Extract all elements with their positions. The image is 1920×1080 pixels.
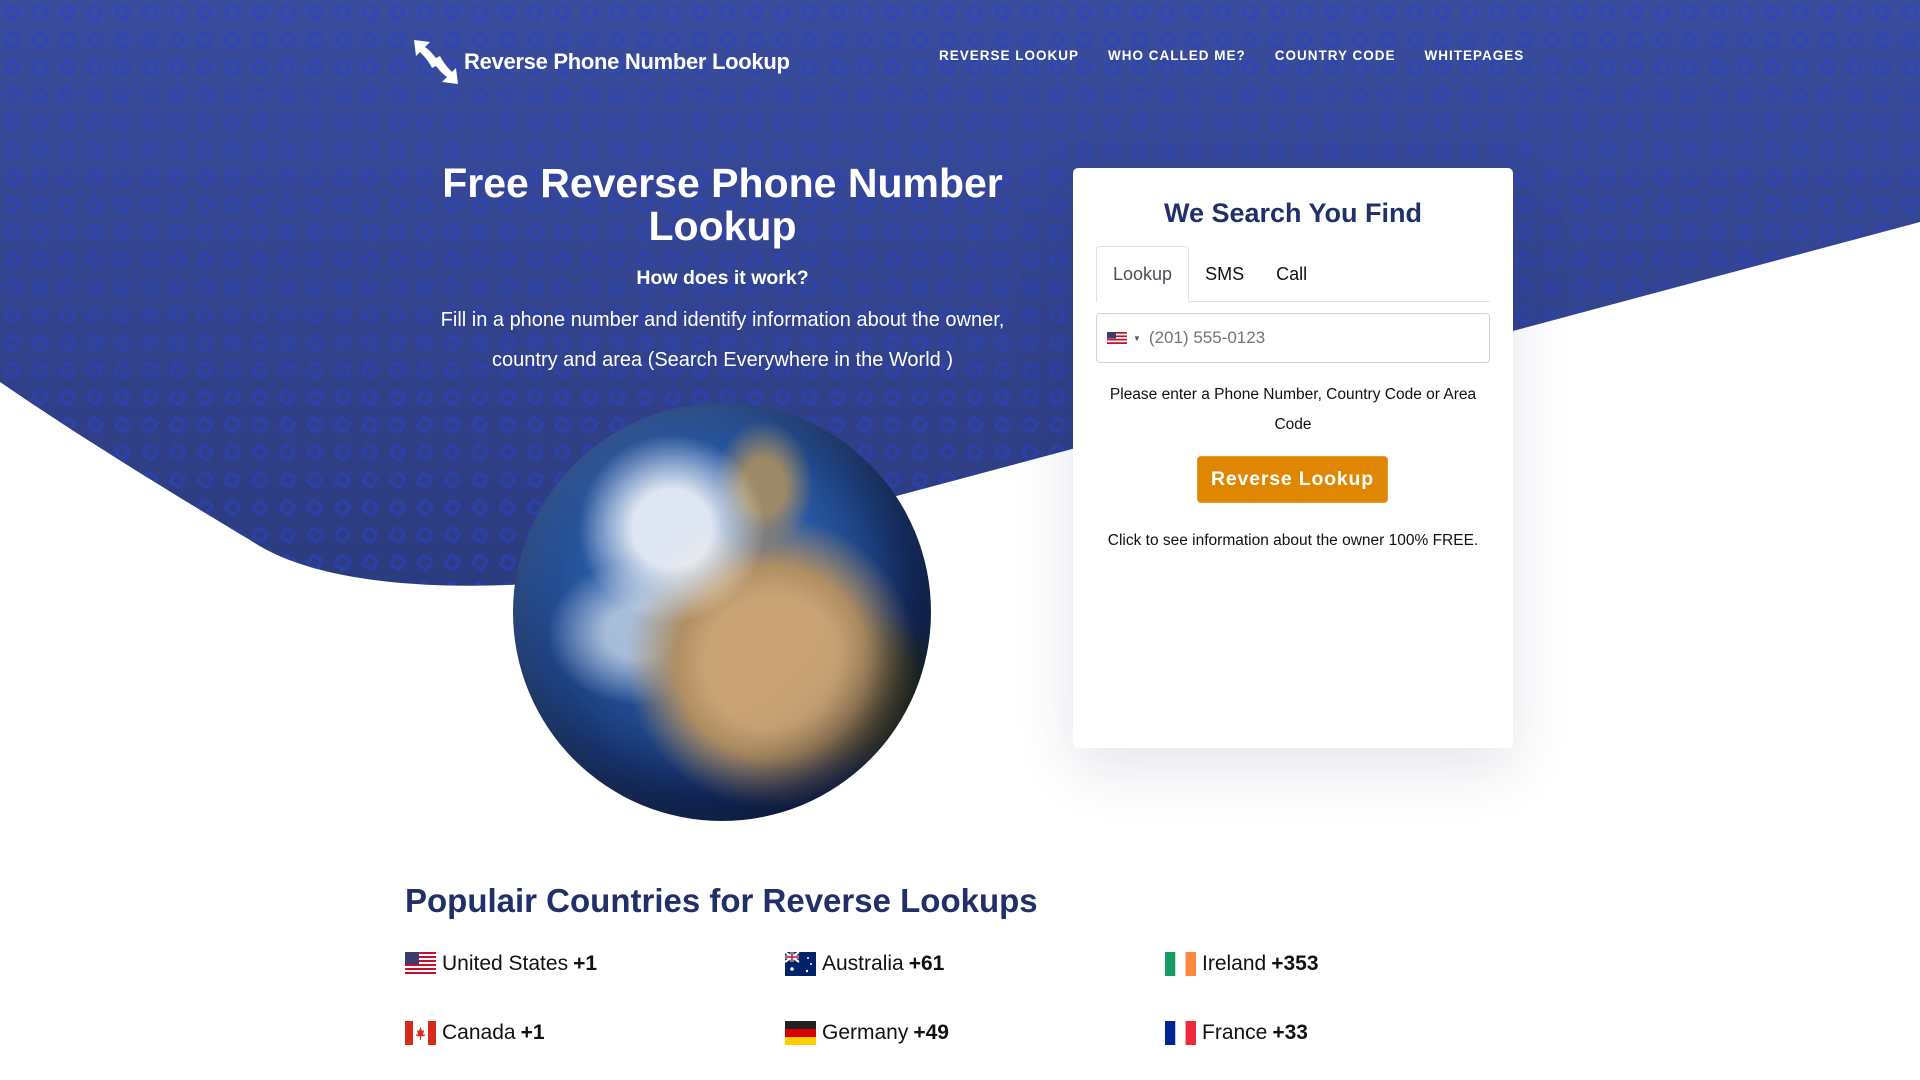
country-code: +1 <box>573 952 598 975</box>
country-link-canada[interactable]: Canada +1 <box>405 1021 545 1045</box>
country-link-germany[interactable]: Germany +49 <box>785 1021 949 1045</box>
hero-text: Free Reverse Phone Number Lookup How doe… <box>410 162 1035 380</box>
site-logo[interactable]: Reverse Phone Number Lookup <box>410 36 790 88</box>
nav-whitepages[interactable]: WHITEPAGES <box>1425 48 1525 63</box>
ca-flag-icon <box>405 1021 436 1045</box>
country-flag-dropdown[interactable]: ▼ <box>1107 332 1141 344</box>
country-code: +353 <box>1271 952 1319 975</box>
tab-lookup[interactable]: Lookup <box>1096 246 1190 302</box>
ie-flag-icon <box>1165 952 1196 976</box>
popular-countries-title: Populair Countries for Reverse Lookups <box>405 882 1038 919</box>
help-text: Please enter a Phone Number, Country Cod… <box>1109 386 1477 433</box>
phone-arrows-logo-icon <box>414 40 458 84</box>
hero-description: Fill in a phone number and identify info… <box>440 309 1005 371</box>
country-name: Canada <box>442 1021 516 1044</box>
fr-flag-icon <box>1165 1021 1196 1045</box>
country-link-ireland[interactable]: Ireland +353 <box>1165 952 1319 976</box>
free-info-text: Click to see information about the owner… <box>1107 532 1479 549</box>
tab-call[interactable]: Call <box>1260 246 1323 302</box>
hero-subtitle: How does it work? <box>636 267 809 289</box>
hero-title: Free Reverse Phone Number Lookup <box>442 160 1003 249</box>
earth-globe-image <box>513 403 931 821</box>
country-code: +33 <box>1272 1021 1308 1044</box>
tab-sms[interactable]: SMS <box>1189 246 1260 302</box>
phone-input-group: ▼ <box>1096 313 1490 363</box>
logo-text: Reverse Phone Number Lookup <box>464 49 790 74</box>
search-card: We Search You Find Lookup SMS Call ▼ Ple… <box>1073 168 1513 748</box>
nav-who-called-me[interactable]: WHO CALLED ME? <box>1108 48 1246 63</box>
country-code: +1 <box>520 1021 545 1044</box>
au-flag-icon <box>785 952 816 976</box>
country-name: Australia <box>822 952 904 975</box>
phone-number-input[interactable] <box>1148 328 1489 348</box>
country-name: United States <box>442 952 569 975</box>
nav-reverse-lookup[interactable]: REVERSE LOOKUP <box>939 48 1079 63</box>
country-link-australia[interactable]: Australia +61 <box>785 952 944 976</box>
us-flag-icon <box>405 952 436 976</box>
search-card-title: We Search You Find <box>1163 198 1423 228</box>
country-name: Germany <box>822 1021 909 1044</box>
de-flag-icon <box>785 1021 816 1045</box>
country-name: France <box>1202 1021 1268 1044</box>
country-link-france[interactable]: France +33 <box>1165 1021 1308 1045</box>
country-code: +61 <box>908 952 945 975</box>
main-nav: REVERSE LOOKUP WHO CALLED ME? COUNTRY CO… <box>939 48 1524 63</box>
us-flag-icon <box>1107 332 1127 344</box>
country-code: +49 <box>913 1021 949 1044</box>
chevron-down-icon: ▼ <box>1133 333 1141 343</box>
country-link-united-states[interactable]: United States +1 <box>405 952 597 976</box>
reverse-lookup-button[interactable]: Reverse Lookup <box>1197 456 1388 503</box>
nav-country-code[interactable]: COUNTRY CODE <box>1275 48 1396 63</box>
search-tabs: Lookup SMS Call <box>1096 246 1490 302</box>
country-name: Ireland <box>1202 952 1267 975</box>
